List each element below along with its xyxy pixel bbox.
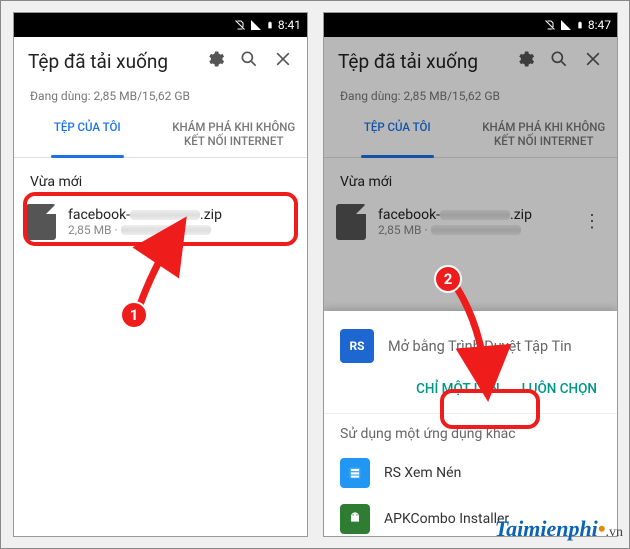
tabs: TỆP CỦA TÔI KHÁM PHÁ KHI KHÔNG KẾT NỐI I…: [14, 113, 307, 158]
app-icon-apkcombo: [340, 504, 370, 534]
tab-offline-explore[interactable]: KHÁM PHÁ KHI KHÔNG KẾT NỐI INTERNET: [161, 113, 308, 157]
battery-icon: [576, 19, 584, 31]
app-icon-rs-small: [340, 458, 370, 488]
sheet-title: Mở bằng Trình Duyệt Tập Tin: [388, 338, 572, 355]
gear-icon[interactable]: [205, 49, 225, 73]
watermark: Taimienphi•.vn: [495, 516, 623, 542]
app-icon-rs: RS: [340, 329, 374, 363]
status-bar: 8:41: [14, 13, 307, 37]
annotation-badge-2: 2: [434, 265, 462, 293]
file-row[interactable]: facebook-.zip 2,85 MB ·: [14, 196, 307, 248]
file-name: facebook-.zip: [68, 207, 295, 223]
no-sim-icon: [544, 19, 556, 31]
search-icon[interactable]: [239, 49, 259, 73]
storage-usage: Đang dùng: 2,85 MB/15,62 GB: [14, 85, 307, 113]
open-once-button[interactable]: CHỈ MỘT LẦN: [416, 381, 500, 397]
battery-icon: [266, 19, 274, 31]
file-icon: [26, 204, 56, 240]
status-bar: 8:47: [324, 13, 617, 37]
toolbar: Tệp đã tải xuống: [14, 37, 307, 85]
open-with-sheet: RS Mở bằng Trình Duyệt Tập Tin CHỈ MỘT L…: [324, 311, 617, 536]
section-recent: Vừa mới: [14, 158, 307, 196]
redacted: [130, 210, 200, 220]
no-sim-icon: [234, 19, 246, 31]
screenshot-left: 8:41 Tệp đã tải xuống Đang dùng: 2,85 MB…: [13, 12, 308, 537]
tab-my-files[interactable]: TỆP CỦA TÔI: [14, 113, 161, 157]
app-name: APKCombo Installer: [384, 511, 509, 527]
close-icon[interactable]: [273, 49, 293, 73]
app-name: RS Xem Nén: [384, 465, 461, 481]
app-row-rs[interactable]: RS Xem Nén: [324, 450, 617, 496]
sheet-other-apps: Sử dụng một ứng dụng khác: [324, 414, 617, 450]
clock: 8:41: [278, 18, 301, 32]
clock: 8:47: [588, 18, 611, 32]
redacted: [121, 225, 211, 235]
annotation-badge-1: 1: [120, 301, 148, 329]
file-meta: 2,85 MB ·: [68, 223, 295, 237]
open-always-button[interactable]: LUÔN CHỌN: [522, 381, 597, 397]
screenshot-right: 8:47 Tệp đã tải xuống Đang dùng: 2,85 MB…: [323, 12, 618, 537]
page-title: Tệp đã tải xuống: [28, 50, 191, 73]
signal-icon: [560, 19, 572, 31]
signal-icon: [250, 19, 262, 31]
